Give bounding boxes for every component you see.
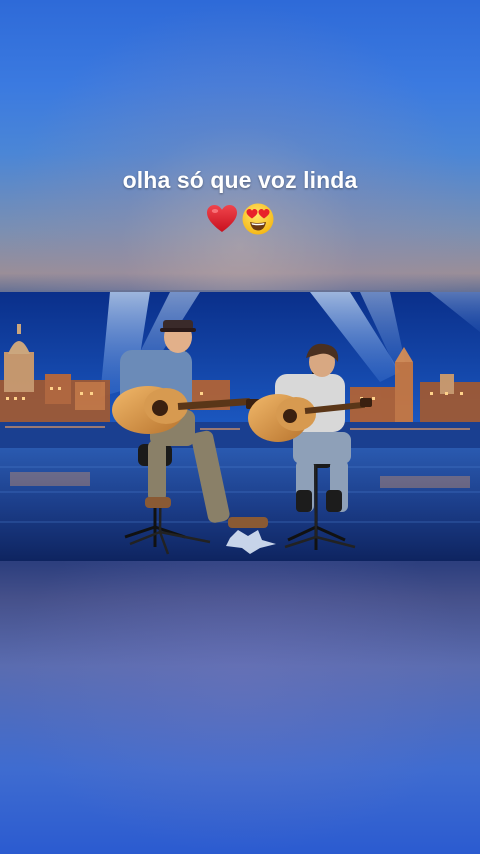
- red-heart-icon: [207, 205, 237, 232]
- emoji-row: [0, 202, 480, 238]
- background-glow-top: [0, 0, 480, 290]
- caption-text: olha só que voz linda: [122, 167, 358, 193]
- background-glow-bottom: [0, 560, 480, 854]
- stage-scene-image: [0, 292, 480, 561]
- heart-eyes-icon: [242, 203, 274, 235]
- video-frame[interactable]: [0, 292, 480, 561]
